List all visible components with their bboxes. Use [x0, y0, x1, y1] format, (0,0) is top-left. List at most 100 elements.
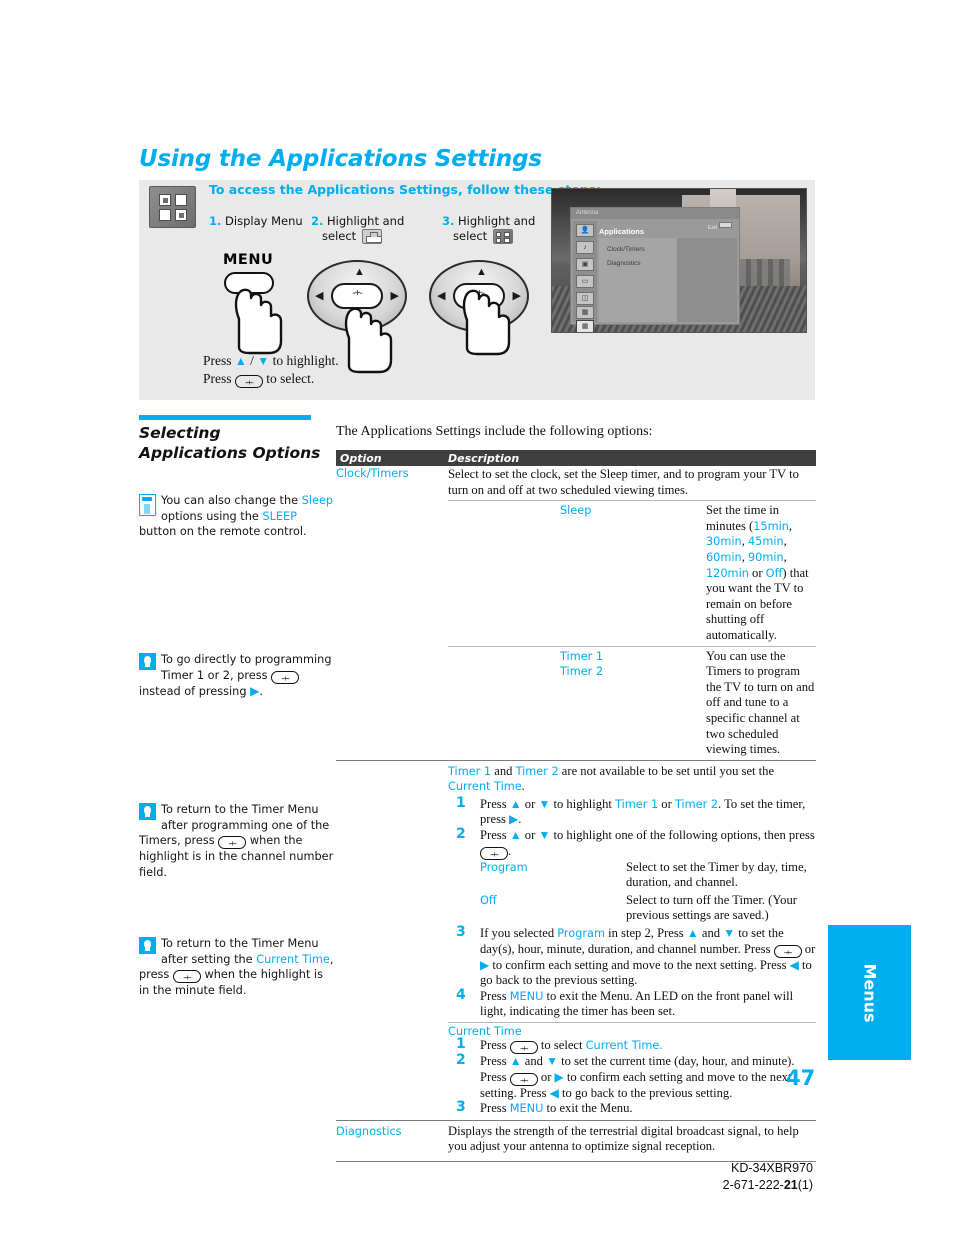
current-time-steps: 1 Press -+- to select Current Time. 2 Pr… — [448, 1036, 816, 1117]
osd-icon-parental[interactable]: ◫ — [576, 292, 594, 305]
timer-suboption-off-label[interactable]: Off — [480, 893, 590, 909]
option-clock-timers[interactable]: Clock/Timers — [336, 466, 444, 482]
timer-step-2-number: 2 — [456, 826, 466, 843]
option-sleep[interactable]: Sleep — [560, 503, 700, 519]
side-tab-menus: Menus — [828, 925, 911, 1060]
enter-button-icon-2: -+- — [271, 670, 300, 684]
tip-bulb-icon — [139, 653, 156, 670]
option-timer-1[interactable]: Timer 1 — [560, 650, 603, 663]
pointing-hand-icon — [234, 288, 283, 355]
step-2: 2. Highlight and select — [311, 214, 404, 244]
current-time-step-1-number: 1 — [456, 1036, 466, 1052]
enter-button-icon-3: -+- — [218, 836, 247, 850]
timer-step-1-number: 1 — [456, 794, 466, 811]
sidebar-note-direct-timer: To go directly to programming Timer 1 or… — [139, 652, 335, 699]
pointing-hand-icon-3 — [462, 289, 511, 356]
timer-suboption-off: Off Select to turn off the Timer. (Your … — [448, 893, 816, 924]
press-highlight-text: to highlight. — [272, 353, 339, 368]
osd-panel: Clock/Timers Diagnostics — [599, 238, 737, 322]
table-row-sleep: Sleep Set the time in minutes (15min, 30… — [448, 500, 816, 645]
press-instructions: Press ▲ / ▼ to highlight. Press -+- to s… — [203, 352, 339, 388]
footer: KD-34XBR970 2-671-222-21(1) — [723, 1160, 813, 1194]
osd-header: Applications Exit — [599, 221, 735, 236]
osd-icon-setup[interactable]: ▦ — [576, 306, 594, 319]
enter-button-icon: -+- — [234, 375, 263, 388]
tv-osd-menu: Antenna 👤 ♪ ▣ ▭ ◫ ▦ ▦ Applications Exit … — [570, 207, 740, 332]
osd-icon-channel[interactable]: ▭ — [576, 275, 594, 288]
main-lead-text: The Applications Settings include the fo… — [336, 424, 653, 439]
current-time-step-3-number: 3 — [456, 1099, 466, 1116]
enter-button-icon-6: -+- — [773, 944, 802, 958]
up-arrow-icon: ▲ — [234, 354, 247, 368]
osd-icon-audio[interactable]: ♪ — [576, 241, 594, 254]
right-arrow-icon: ▶ — [250, 683, 260, 698]
table-header-description: Description — [448, 452, 520, 465]
osd-item-clock-timers[interactable]: Clock/Timers — [607, 246, 645, 253]
timer-procedure-block: Timer 1 and Timer 2 are not available to… — [336, 759, 816, 1020]
step-2-label: Highlight and — [327, 214, 405, 228]
osd-exit-label: Exit — [708, 222, 732, 231]
step-1-number: 1. — [209, 214, 222, 228]
press-highlight-line: Press ▲ / ▼ to highlight. — [203, 353, 339, 368]
access-heading: To access the Applications Settings, fol… — [209, 182, 602, 197]
table-row-timers: Timer 1 Timer 2 You can use the Timers t… — [448, 645, 816, 760]
timer-step-1: 1 Press ▲ or ▼ to highlight Timer 1 or T… — [456, 794, 806, 827]
option-diagnostics[interactable]: Diagnostics — [336, 1124, 444, 1140]
timer-step-4: 4 Press MENU to exit the Menu. An LED on… — [456, 986, 794, 1019]
step-1-label: Display Menu — [225, 214, 303, 228]
press-word-1: Press — [203, 353, 232, 368]
footer-doc-number: 2-671-222-21(1) — [722, 1178, 813, 1192]
remote-icon — [139, 494, 156, 516]
sidebar-note-return-timer: To return to the Timer Menu after progra… — [139, 802, 335, 880]
sidebar-note-sleep: You can also change the Sleep options us… — [139, 493, 335, 540]
tip-bulb-icon-2 — [139, 803, 156, 820]
applications-icon — [149, 186, 196, 228]
step-1: 1. Display Menu — [209, 214, 303, 229]
applications-mini-icon — [492, 229, 513, 244]
osd-icon-video[interactable]: 👤 — [576, 224, 594, 237]
table-header-row: Option Description — [336, 450, 816, 466]
timer-suboption-off-text: Select to turn off the Timer. (Your prev… — [626, 892, 797, 923]
enter-button-icon-8: -+- — [509, 1072, 538, 1086]
osd-antenna-label: Antenna — [571, 208, 739, 219]
current-time-block: Current Time 1 Press -+- to select Curre… — [448, 1022, 816, 1117]
osd-item-diagnostics[interactable]: Diagnostics — [607, 260, 641, 267]
option-timers[interactable]: Timer 1 Timer 2 — [560, 649, 700, 680]
step-3-label: Highlight and — [458, 214, 536, 228]
table-header-option: Option — [340, 452, 382, 465]
enter-button-icon-4: -+- — [172, 970, 201, 984]
current-time-step-2-number: 2 — [456, 1052, 466, 1068]
timer-suboption-program: Program Select to set the Timer by day, … — [448, 860, 816, 891]
step-2-number: 2. — [311, 214, 324, 228]
current-time-step-1: 1 Press -+- to select Current Time. — [456, 1036, 663, 1054]
tv-screen-photo: Antenna 👤 ♪ ▣ ▭ ◫ ▦ ▦ Applications Exit … — [551, 188, 807, 333]
timer-step-3: 3 If you selected Program in step 2, Pre… — [456, 924, 816, 988]
desc-diagnostics: Displays the strength of the terrestrial… — [448, 1123, 799, 1154]
timer-steps: 1 Press ▲ or ▼ to highlight Timer 1 or T… — [448, 794, 816, 1020]
press-select-line: Press -+- to select. — [203, 370, 339, 388]
osd-menu-title: Applications — [599, 227, 645, 236]
step-3-select-label: select — [453, 229, 488, 243]
option-timer-2[interactable]: Timer 2 — [560, 665, 603, 678]
desc-clock-timers: Select to set the clock, set the Sleep t… — [448, 467, 799, 497]
options-table: Option Description Clock/Timers Select t… — [336, 450, 816, 1162]
sidebar-heading: Selecting Applications Options — [139, 424, 321, 462]
timer-step-4-number: 4 — [456, 986, 466, 1003]
current-time-heading: Current Time — [448, 1025, 522, 1038]
side-tab-label: Menus — [860, 962, 879, 1023]
timer-step-2: 2 Press ▲ or ▼ to highlight one of the f… — [456, 826, 815, 860]
down-arrow-icon: ▼ — [257, 354, 270, 368]
tip-bulb-icon-3 — [139, 937, 156, 954]
enter-button-icon-7: -+- — [509, 1041, 538, 1054]
pointing-hand-icon-2 — [344, 307, 393, 374]
osd-icon-rail: 👤 ♪ ▣ ▭ ◫ ▦ ▦ — [573, 221, 597, 332]
sidebar-note-current-time: To return to the Timer Menu after settin… — [139, 936, 335, 999]
footer-model: KD-34XBR970 — [731, 1161, 813, 1175]
note-text-2: To go directly to programming Timer 1 or… — [139, 653, 332, 698]
sidebar-accent-rule — [139, 415, 311, 420]
osd-icon-screen[interactable]: ▣ — [576, 258, 594, 271]
setup-icon — [361, 229, 382, 244]
table-row-clock-timers: Clock/Timers Select to set the clock, se… — [336, 466, 816, 500]
osd-icon-applications[interactable]: ▦ — [576, 320, 594, 332]
timer-suboption-program-label[interactable]: Program — [480, 860, 590, 876]
